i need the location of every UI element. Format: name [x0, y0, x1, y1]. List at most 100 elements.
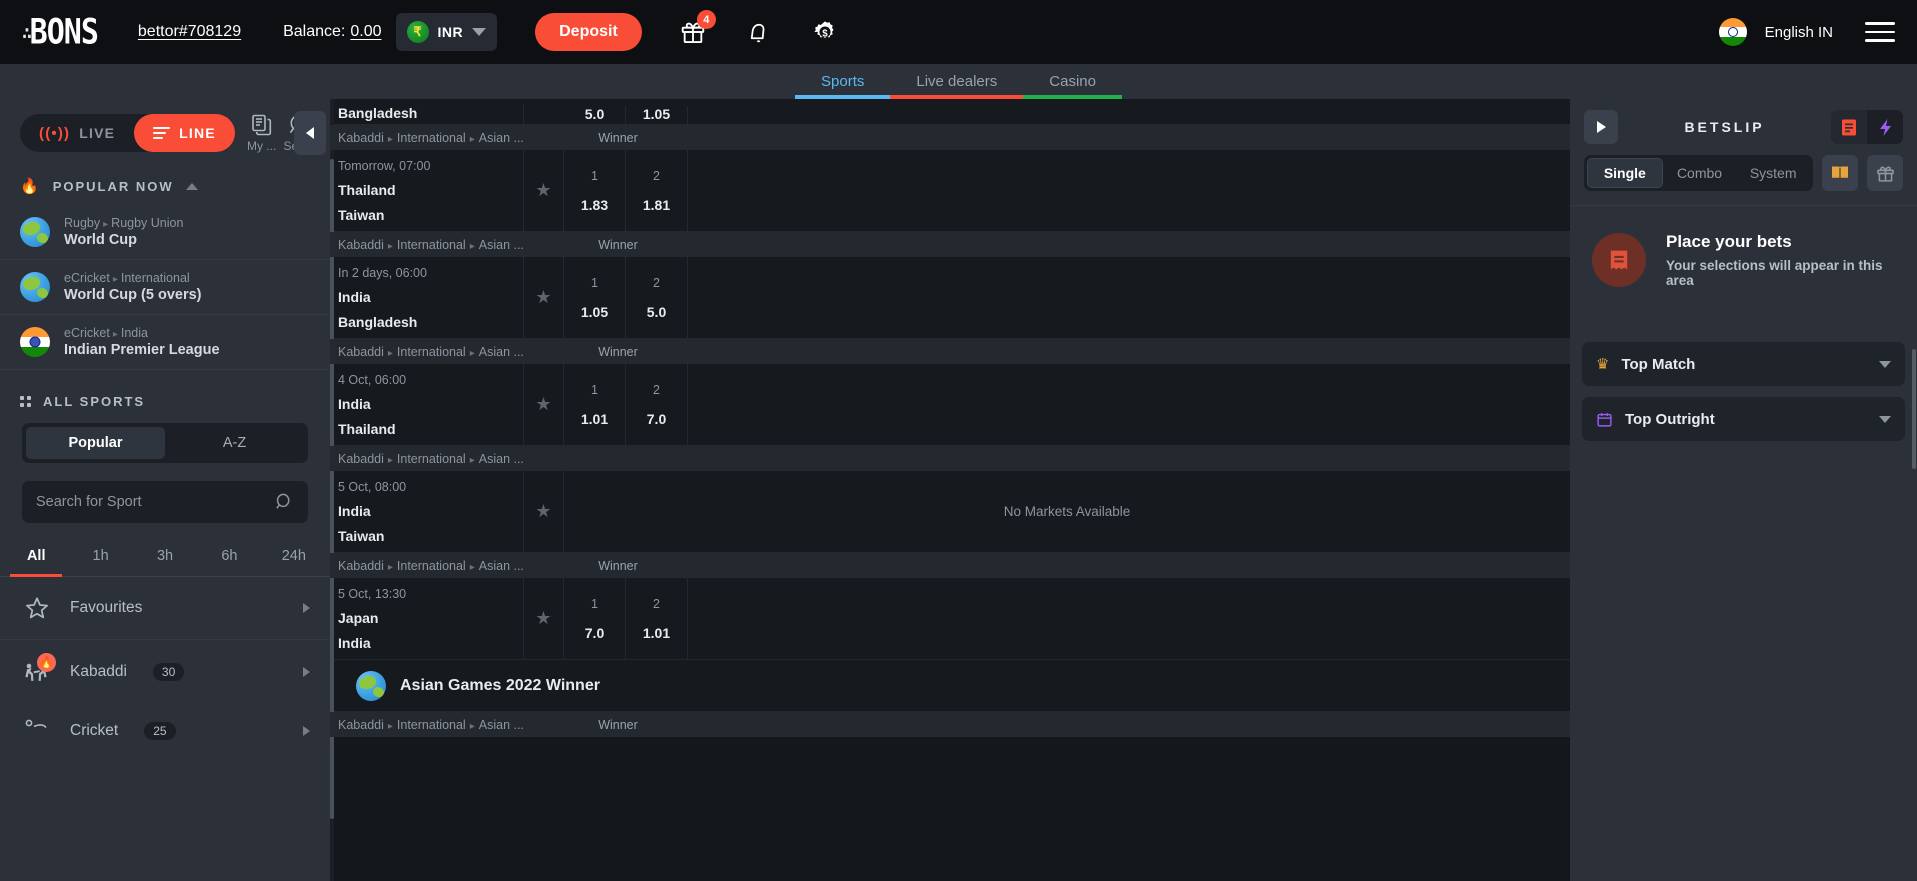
league-header[interactable]: Kabaddi ▸ International ▸ Asian ... Winner: [330, 125, 1570, 150]
market-label: Winner: [598, 344, 638, 359]
fire-icon: 🔥: [20, 178, 41, 195]
globe-icon: [20, 272, 50, 302]
favourite-star-icon[interactable]: ★: [524, 364, 564, 445]
favourite-star-icon[interactable]: ★: [524, 150, 564, 231]
odd-value: 7.0: [646, 410, 667, 427]
table-row[interactable]: Bangladesh 5.0 1.05: [334, 99, 1570, 125]
mode-live-button[interactable]: ((•)) LIVE: [20, 114, 134, 152]
odd-button[interactable]: 2 1.81: [626, 150, 688, 231]
deposit-button[interactable]: Deposit: [535, 13, 642, 51]
odd-button[interactable]: 2 1.01: [626, 578, 688, 659]
league-header[interactable]: Kabaddi ▸ International ▸ Asian ... Winner: [330, 339, 1570, 364]
betslip-gift-button[interactable]: [1867, 155, 1903, 191]
broadcast-icon: ((•)): [39, 124, 71, 142]
receipt-icon: [1842, 119, 1856, 135]
tab-single[interactable]: Single: [1587, 158, 1663, 188]
match-info: 5 Oct, 13:30 Japan India: [334, 578, 524, 659]
time-filter-1h[interactable]: 1h: [68, 539, 132, 576]
hamburger-icon[interactable]: [1865, 22, 1895, 42]
sport-search-box[interactable]: [22, 481, 308, 523]
odd-button[interactable]: 2 7.0: [626, 364, 688, 445]
betslip-quickbet-icon[interactable]: [1867, 110, 1903, 144]
search-input[interactable]: [36, 494, 274, 510]
tab-live-dealers[interactable]: Live dealers: [890, 73, 1024, 99]
popular-item-sport: eCricket: [64, 271, 110, 285]
time-filter-6h[interactable]: 6h: [197, 539, 261, 576]
odd-button[interactable]: 1.05: [626, 106, 688, 124]
betslip-expand-button[interactable]: [1584, 110, 1618, 144]
table-row[interactable]: In 2 days, 06:00 India Bangladesh ★ 1 1.…: [334, 257, 1570, 339]
league-region: International: [396, 558, 466, 573]
odd-value: 1.81: [642, 196, 671, 213]
list-item[interactable]: Rugby ▸ Rugby Union World Cup: [0, 205, 330, 260]
bell-icon[interactable]: [744, 17, 774, 47]
sidebar-item-cricket[interactable]: Cricket 25: [0, 704, 330, 758]
gear-dollar-icon[interactable]: $: [810, 17, 840, 47]
username-link[interactable]: bettor#708129: [138, 23, 241, 41]
odd-button[interactable]: 1 7.0: [564, 578, 626, 659]
gift-icon[interactable]: 4: [678, 10, 716, 47]
time-filter-all[interactable]: All: [4, 539, 68, 577]
table-row[interactable]: 5 Oct, 08:00 India Taiwan ★ No Markets A…: [334, 471, 1570, 553]
league-header[interactable]: Kabaddi ▸ International ▸ Asian ... Winner: [330, 232, 1570, 257]
table-row[interactable]: 5 Oct, 13:30 Japan India ★ 1 7.0 2 1.01: [334, 578, 1570, 660]
top-outright-panel[interactable]: Top Outright: [1582, 397, 1905, 441]
favourite-star-icon[interactable]: ★: [524, 257, 564, 338]
league-region: International: [396, 717, 466, 732]
star-icon: [20, 595, 54, 621]
betslip-scrollbar[interactable]: [1912, 349, 1916, 469]
outright-group-header[interactable]: Asian Games 2022 Winner: [334, 660, 1570, 712]
match-team-name: Bangladesh: [338, 314, 418, 330]
odd-button[interactable]: 1 1.05: [564, 257, 626, 338]
outright-group-title: Asian Games 2022 Winner: [400, 676, 600, 694]
league-header[interactable]: Kabaddi ▸ International ▸ Asian ... Winner: [330, 712, 1570, 737]
language-selector[interactable]: English IN: [1765, 24, 1833, 41]
odd-button[interactable]: 1 1.01: [564, 364, 626, 445]
sidebar-item-favourites[interactable]: Favourites: [0, 577, 330, 640]
rupee-coin-icon: ₹: [406, 21, 429, 43]
list-item[interactable]: eCricket ▸ International World Cup (5 over…: [0, 260, 330, 315]
tab-sports[interactable]: Sports: [795, 73, 891, 99]
mode-line-button[interactable]: LINE: [134, 114, 235, 152]
betslip-empty-subtitle: Your selections will appear in this area: [1666, 258, 1883, 288]
league-breadcrumb: Kabaddi ▸ International ▸ Asian ...: [338, 558, 524, 573]
match-team-name: Thailand: [338, 182, 396, 198]
app-root: ∴ BONS bettor#708129 Balance: 0.00 ₹ INR …: [0, 0, 1917, 881]
league-header[interactable]: Kabaddi ▸ International ▸ Asian ... Winner: [330, 553, 1570, 578]
tab-casino[interactable]: Casino: [1023, 73, 1122, 99]
top-match-title: Top Match: [1621, 355, 1696, 373]
odd-button[interactable]: 2 5.0: [626, 257, 688, 338]
list-item[interactable]: eCricket ▸ India Indian Premier League: [0, 315, 330, 370]
betslip-list-icon[interactable]: [1831, 110, 1867, 144]
chevron-down-icon: [472, 28, 487, 36]
time-filter-24h[interactable]: 24h: [262, 539, 326, 576]
bet-rules-button[interactable]: [1822, 155, 1858, 191]
match-info: 4 Oct, 06:00 India Thailand: [334, 364, 524, 445]
league-breadcrumb: Kabaddi ▸ International ▸ Asian ...: [338, 237, 524, 252]
sidebar-item-kabaddi[interactable]: 🔥 Kabaddi 30: [0, 640, 330, 704]
table-row[interactable]: 4 Oct, 06:00 India Thailand ★ 1 1.01 2 7…: [334, 364, 1570, 446]
match-content-area: Bangladesh 5.0 1.05 Kabaddi ▸ Internationa…: [330, 99, 1570, 881]
odd-button[interactable]: 5.0: [564, 106, 626, 124]
my-bets-button[interactable]: My ...: [243, 113, 281, 153]
favourite-star-icon[interactable]: ★: [524, 471, 564, 552]
tab-a-z[interactable]: A-Z: [165, 427, 304, 459]
tab-system[interactable]: System: [1736, 158, 1810, 188]
tab-combo[interactable]: Combo: [1663, 158, 1737, 188]
balance-amount[interactable]: 0.00: [350, 23, 381, 41]
sidebar-collapse-button[interactable]: [294, 111, 326, 155]
sidebar-item-label: Cricket: [70, 722, 119, 739]
table-row[interactable]: Tomorrow, 07:00 Thailand Taiwan ★ 1 1.83…: [334, 150, 1570, 232]
time-filter-3h[interactable]: 3h: [133, 539, 197, 576]
brand-logo[interactable]: ∴ BONS: [22, 12, 99, 52]
all-sports-header[interactable]: ALL SPORTS: [0, 370, 330, 419]
logo-dots: ∴: [22, 21, 31, 43]
league-header[interactable]: Kabaddi ▸ International ▸ Asian ...: [330, 446, 1570, 471]
currency-selector[interactable]: ₹ INR: [395, 13, 498, 51]
tab-popular[interactable]: Popular: [26, 427, 165, 459]
odd-button[interactable]: 1 1.83: [564, 150, 626, 231]
popular-now-header[interactable]: 🔥 POPULAR NOW: [0, 163, 330, 205]
top-match-panel[interactable]: ♛ Top Match: [1582, 342, 1905, 386]
favourite-star-icon[interactable]: ★: [524, 578, 564, 659]
market-label: Winner: [598, 130, 638, 145]
